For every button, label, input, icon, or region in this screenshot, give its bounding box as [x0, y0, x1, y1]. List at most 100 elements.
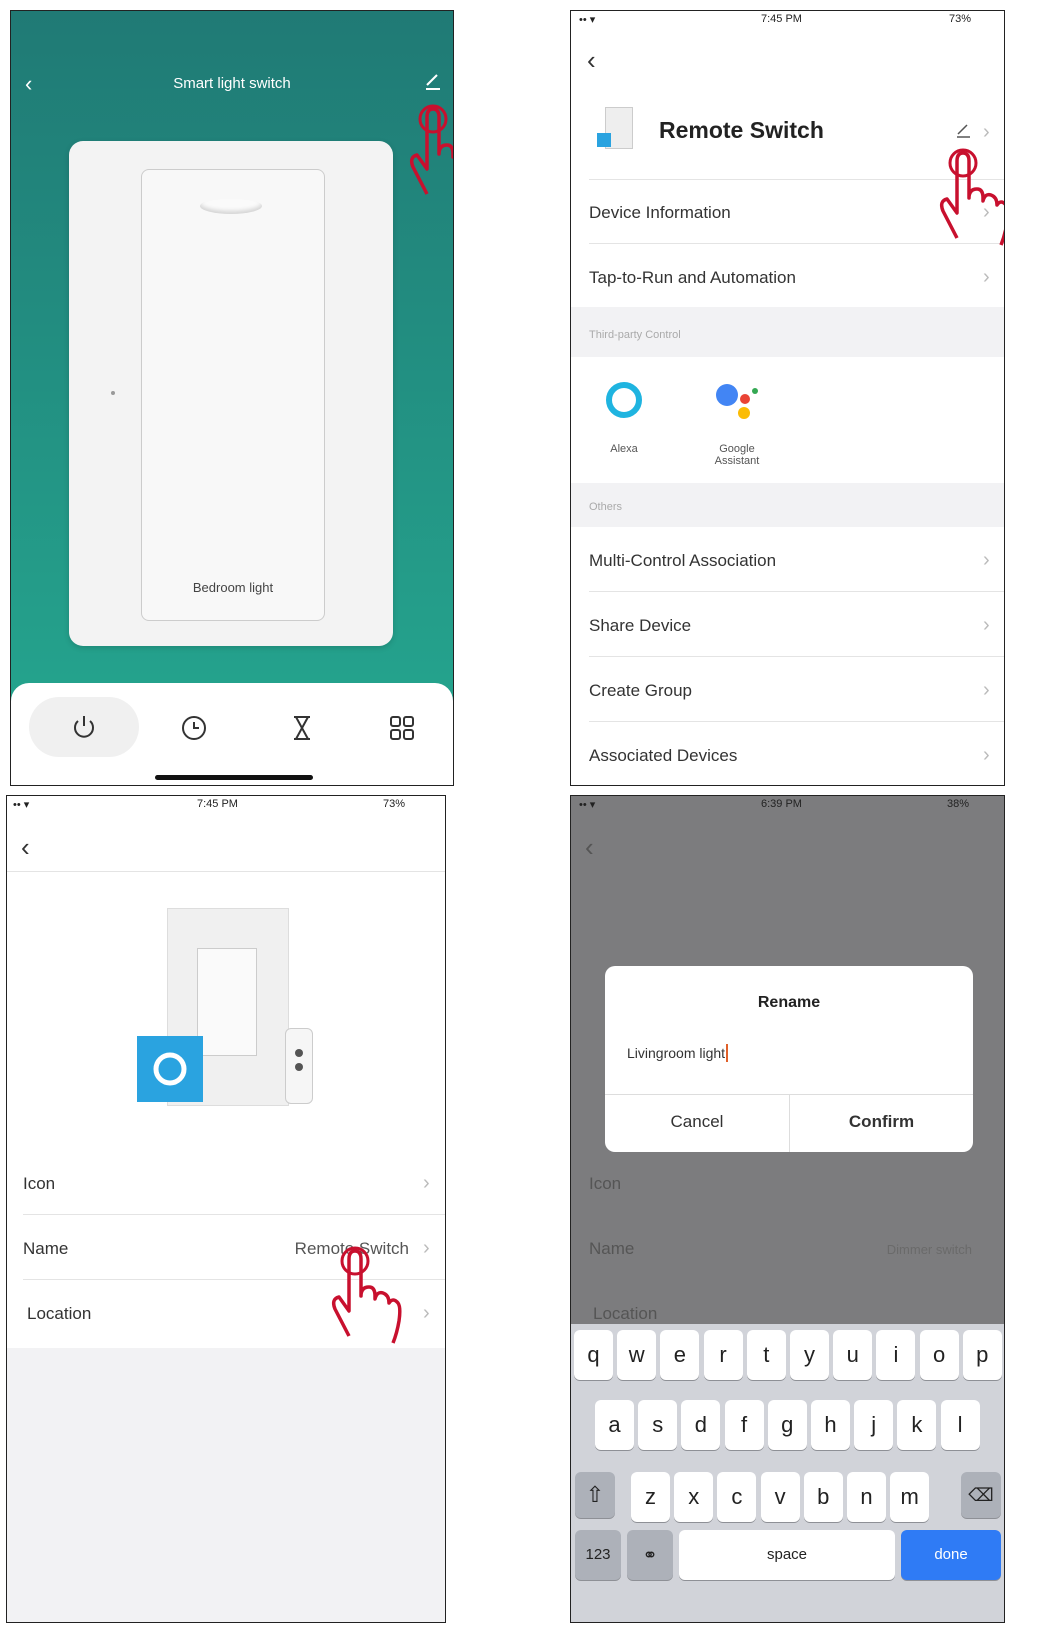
device-name: Remote Switch: [659, 117, 824, 143]
row-create-group[interactable]: Create Group: [589, 681, 692, 701]
key-y[interactable]: y: [790, 1330, 829, 1380]
home-indicator: [155, 775, 313, 780]
pointing-hand-icon: [331, 1246, 402, 1344]
remote-control: [285, 1028, 313, 1104]
key-z[interactable]: z: [631, 1472, 670, 1522]
panel-smart-light-switch: ‹ Smart light switch Bedroom light: [10, 10, 454, 786]
page-title: Smart light switch: [173, 75, 291, 92]
switch-plate: Bedroom light: [69, 141, 393, 646]
key-t[interactable]: t: [746, 1330, 786, 1380]
switch-rocker[interactable]: Bedroom light: [141, 169, 325, 621]
row-device-information[interactable]: Device Information: [589, 203, 731, 223]
section-title: Third-party Control: [589, 329, 681, 341]
back-icon[interactable]: ‹: [587, 45, 596, 76]
pointing-hand-icon: [939, 148, 1004, 246]
name-value: Dimmer switch: [886, 1242, 972, 1257]
row-location[interactable]: Location: [27, 1304, 91, 1324]
key-l[interactable]: l: [940, 1400, 980, 1450]
chevron-right-icon: ›: [983, 744, 990, 766]
numbers-key[interactable]: 123: [575, 1530, 621, 1580]
key-x[interactable]: x: [674, 1472, 714, 1522]
plate-dot: [111, 391, 115, 395]
chevron-right-icon: ›: [983, 614, 990, 636]
key-r[interactable]: r: [703, 1330, 743, 1380]
switch-label: Bedroom light: [192, 580, 274, 595]
edit-icon[interactable]: [955, 121, 973, 139]
integration-alexa[interactable]: Alexa: [589, 373, 659, 473]
key-e[interactable]: e: [660, 1330, 700, 1380]
key-a[interactable]: a: [595, 1400, 634, 1450]
confirm-button[interactable]: Confirm: [790, 1112, 973, 1132]
globe-key[interactable]: ⚭: [627, 1530, 673, 1580]
status-signal-icon: •• ▾: [13, 799, 30, 811]
clock-icon[interactable]: [179, 713, 209, 743]
rename-input[interactable]: Livingroom light: [627, 1044, 729, 1062]
row-icon[interactable]: Icon: [23, 1174, 55, 1194]
bottom-tab-bar: [11, 683, 453, 785]
key-c[interactable]: c: [717, 1472, 757, 1522]
key-j[interactable]: j: [854, 1400, 894, 1450]
status-time: 6:39 PM: [761, 798, 802, 810]
key-v[interactable]: v: [760, 1472, 800, 1522]
key-s[interactable]: s: [638, 1400, 678, 1450]
row-multi-control[interactable]: Multi-Control Association: [589, 551, 776, 571]
google-assistant-icon: [716, 384, 758, 419]
key-g[interactable]: g: [767, 1400, 807, 1450]
section-third-party: Third-party Control: [571, 307, 1004, 357]
alexa-badge-icon: [137, 1036, 203, 1102]
backspace-key[interactable]: ⌫: [961, 1472, 1001, 1518]
edit-icon[interactable]: [423, 71, 443, 91]
key-h[interactable]: h: [811, 1400, 850, 1450]
key-w[interactable]: w: [617, 1330, 657, 1380]
rename-dialog: Rename Livingroom light Cancel Confirm: [605, 966, 973, 1152]
key-d[interactable]: d: [681, 1400, 721, 1450]
cancel-button[interactable]: Cancel: [605, 1112, 789, 1132]
key-q[interactable]: q: [574, 1330, 613, 1380]
section-title: Others: [589, 501, 623, 513]
rename-input-value: Livingroom light: [627, 1045, 726, 1061]
key-f[interactable]: f: [724, 1400, 764, 1450]
power-icon: [74, 716, 94, 738]
key-i[interactable]: i: [876, 1330, 916, 1380]
key-u[interactable]: u: [833, 1330, 873, 1380]
row-name: Name: [589, 1239, 635, 1258]
panel-device-settings: •• ▾ 7:45 PM 73% ‹ Remote Switch › Devic…: [570, 10, 1005, 786]
status-battery: 38%: [947, 798, 970, 810]
chevron-right-icon: ›: [983, 266, 990, 288]
row-share-device[interactable]: Share Device: [589, 616, 691, 636]
alexa-icon: [606, 382, 642, 418]
row-name[interactable]: Name: [23, 1239, 68, 1259]
status-battery: 73%: [949, 13, 972, 25]
hourglass-icon[interactable]: [287, 713, 317, 743]
chevron-right-icon: ›: [423, 1237, 430, 1259]
tab-power[interactable]: [29, 697, 139, 757]
grid-icon[interactable]: [387, 713, 417, 743]
key-p[interactable]: p: [962, 1330, 1002, 1380]
chevron-right-icon: ›: [423, 1172, 430, 1194]
chevron-right-icon: ›: [983, 121, 990, 143]
status-signal-icon: •• ▾: [579, 14, 596, 26]
device-image: [137, 908, 327, 1118]
shift-key[interactable]: ⇧: [575, 1472, 615, 1518]
back-icon[interactable]: ‹: [21, 832, 30, 863]
key-k[interactable]: k: [897, 1400, 937, 1450]
row-associated-devices[interactable]: Associated Devices: [589, 746, 737, 766]
status-signal-icon: •• ▾: [579, 799, 596, 811]
key-o[interactable]: o: [919, 1330, 959, 1380]
done-key[interactable]: done: [901, 1530, 1001, 1580]
dialog-title: Rename: [757, 994, 821, 1011]
row-location: Location: [593, 1304, 658, 1323]
key-b[interactable]: b: [803, 1472, 843, 1522]
key-n[interactable]: n: [847, 1472, 886, 1522]
space-key[interactable]: space: [679, 1530, 895, 1580]
key-m[interactable]: m: [890, 1472, 930, 1522]
device-thumbnail: [595, 107, 639, 153]
back-icon[interactable]: ‹: [585, 832, 594, 863]
keyboard: qwertyuiop asdfghjkl zxcvbnm ⇧ ⌫ 123 ⚭ s…: [571, 1324, 1004, 1622]
integration-google[interactable]: Google Assistant: [697, 373, 777, 483]
status-time: 7:45 PM: [197, 798, 238, 810]
integration-label: Google Assistant: [714, 443, 760, 467]
row-icon: Icon: [589, 1174, 622, 1193]
panel-rename: •• ▾ 6:39 PM 38% ‹ Icon Name Dimmer swit…: [570, 795, 1005, 1623]
row-tap-to-run[interactable]: Tap-to-Run and Automation: [589, 268, 796, 288]
